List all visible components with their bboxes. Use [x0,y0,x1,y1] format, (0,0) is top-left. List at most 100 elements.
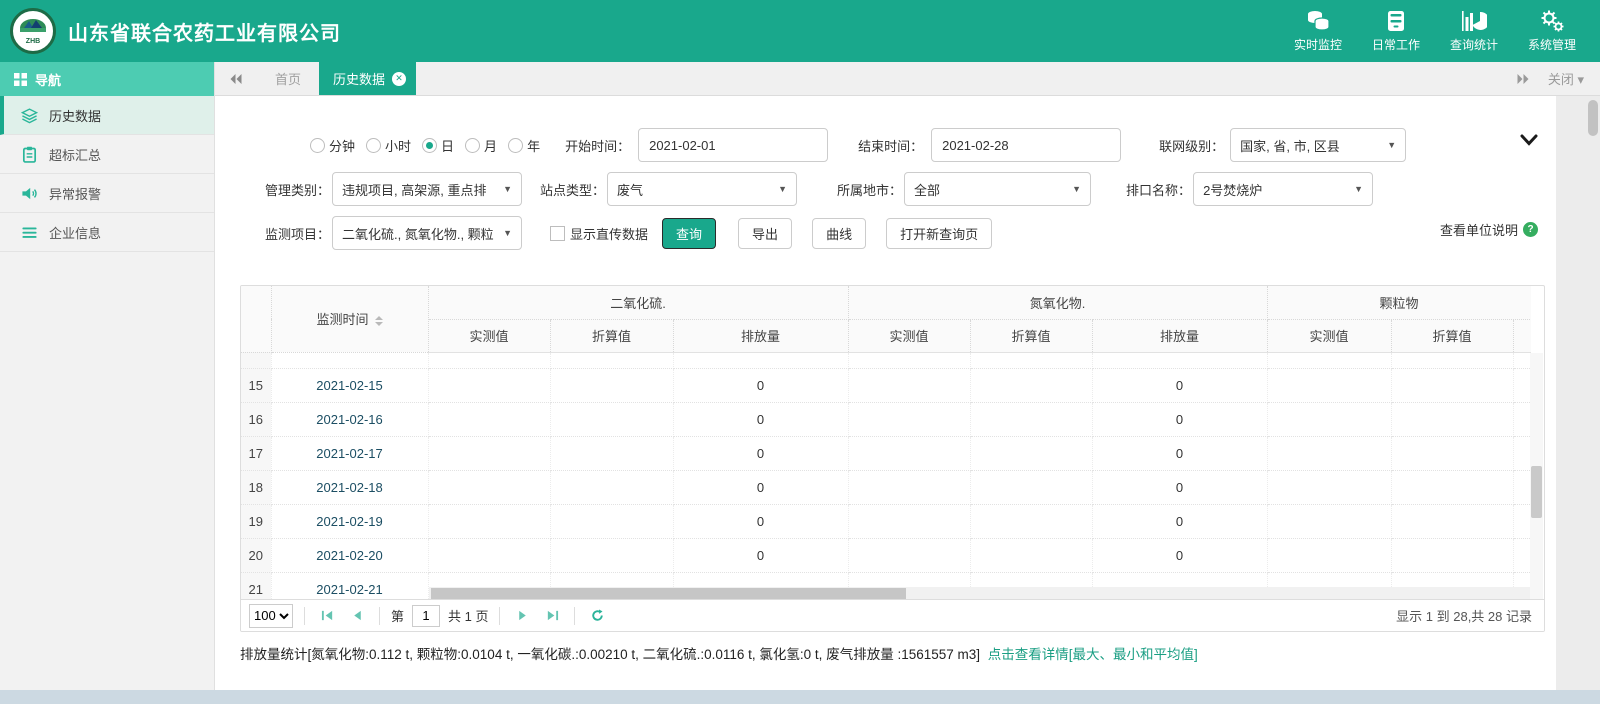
right-gutter [1556,96,1600,690]
tab-close-icon[interactable]: ✕ [392,72,406,86]
table-row[interactable]: 172021-02-17 0 0 [241,436,1531,470]
radio-label: 小时 [385,136,411,155]
subheader-converted[interactable]: 折算值 [550,319,673,352]
subheader-emission[interactable]: 排放量 [673,319,848,352]
radio-circle-icon [465,138,480,153]
table-row[interactable]: 152021-02-15 0 0 [241,368,1531,402]
outlet-name-select[interactable]: 2号焚烧炉 ▼ [1193,172,1373,206]
tab-home[interactable]: 首页 [257,62,319,95]
table-row[interactable]: 202021-02-20 0 0 [241,538,1531,572]
menu-realtime-monitor[interactable]: 实时监控 [1290,9,1346,53]
table-row[interactable]: 182021-02-18 0 0 [241,470,1531,504]
curve-button[interactable]: 曲线 [812,218,866,249]
subheader-measured[interactable]: 实测值 [848,319,970,352]
tab-history-data[interactable]: 历史数据 ✕ [319,62,416,95]
end-time-label: 结束时间： [858,136,923,155]
network-level-select[interactable]: 国家, 省, 市, 区县 ▼ [1230,128,1406,162]
table-row[interactable]: 162021-02-16 0 0 [241,402,1531,436]
unit-description-text: 查看单位说明 [1440,220,1518,239]
grid-viewport: 监测时间 二氧化硫. 氮氧化物. 颗粒物 实测值 折算值 排放量 [241,286,1531,601]
direct-data-checkbox[interactable] [550,226,565,241]
sidebar-item-abnormal-alarm[interactable]: 异常报警 [0,174,214,213]
page-size-select[interactable]: 100 [249,604,293,628]
close-tabs-dropdown[interactable]: 关闭 ▾ [1548,69,1584,88]
radio-label: 分钟 [329,136,355,155]
first-page-icon[interactable] [316,605,338,627]
page-number-input[interactable] [412,605,440,627]
subheader-measured[interactable]: 实测值 [1267,319,1391,352]
divider [304,607,305,625]
chart-pie-icon [1461,9,1487,33]
table-row-partial[interactable] [241,352,1531,368]
filter-row-categories: 管理类别： 违规项目, 高架源, 重点排 ▼ 站点类型： 废气 ▼ 所属地市： … [265,172,1373,206]
radio-day[interactable]: 日 [422,136,454,155]
radio-year[interactable]: 年 [508,136,540,155]
prev-page-icon[interactable] [346,605,368,627]
page-scrollbar[interactable] [1588,100,1598,136]
monitor-items-select[interactable]: 二氧化硫., 氮氧化物., 颗粒 ▼ [332,216,522,250]
query-button[interactable]: 查询 [662,218,716,249]
page-prefix-label: 第 [391,606,404,625]
menu-label: 系统管理 [1528,36,1576,53]
time-column-header[interactable]: 监测时间 [271,286,428,352]
site-type-select[interactable]: 废气 ▼ [607,172,797,206]
mgmt-category-select[interactable]: 违规项目, 高架源, 重点排 ▼ [332,172,522,206]
menu-system-management[interactable]: 系统管理 [1524,9,1580,53]
radio-month[interactable]: 月 [465,136,497,155]
view-details-link[interactable]: 点击查看详情[最大、最小和平均值] [988,647,1198,662]
sort-icon[interactable] [375,316,383,326]
subheader-stub [1513,319,1531,352]
emblem-icon [18,17,48,39]
chevron-down-icon: ▼ [503,228,512,238]
subheader-measured[interactable]: 实测值 [428,319,550,352]
sidebar-item-label: 超标汇总 [49,145,101,164]
records-info: 显示 1 到 28,共 28 记录 [1396,606,1532,625]
open-new-query-button[interactable]: 打开新查询页 [886,218,992,249]
last-page-icon[interactable] [541,605,563,627]
app-window: ZHB 山东省联合农药工业有限公司 实时监控 日常 [0,0,1600,704]
footer-strip [0,690,1600,704]
start-time-input[interactable] [638,128,828,162]
sidebar-item-history-data[interactable]: 历史数据 [0,96,214,135]
vertical-scrollbar-thumb[interactable] [1531,466,1542,518]
subheader-converted[interactable]: 折算值 [970,319,1092,352]
radio-circle-icon [508,138,523,153]
sidebar-item-label: 企业信息 [49,223,101,242]
help-icon: ? [1523,222,1538,237]
filter-row-actions: 监测项目： 二氧化硫., 氮氧化物., 颗粒 ▼ 显示直传数据 查询 导出 曲线… [265,216,992,250]
sidebar-header: 导航 [0,62,214,96]
select-value: 国家, 省, 市, 区县 [1240,136,1381,155]
menu-daily-work[interactable]: 日常工作 [1368,9,1424,53]
export-button[interactable]: 导出 [738,218,792,249]
company-title: 山东省联合农药工业有限公司 [68,17,341,46]
city-select[interactable]: 全部 ▼ [904,172,1091,206]
top-header-bar: ZHB 山东省联合农药工业有限公司 实时监控 日常 [0,0,1600,62]
menu-query-statistics[interactable]: 查询统计 [1446,9,1502,53]
chevron-down-icon: ▼ [1354,184,1363,194]
radio-minute[interactable]: 分钟 [310,136,355,155]
unit-description-link[interactable]: 查看单位说明 ? [1440,220,1538,239]
end-time-input[interactable] [931,128,1121,162]
refresh-icon[interactable] [586,605,608,627]
next-page-icon[interactable] [511,605,533,627]
start-time-label: 开始时间： [565,136,630,155]
vertical-scrollbar[interactable] [1530,353,1543,601]
sidebar-item-enterprise-info[interactable]: 企业信息 [0,213,214,252]
history-data-table: 监测时间 二氧化硫. 氮氧化物. 颗粒物 实测值 折算值 排放量 [241,286,1531,601]
table-row[interactable]: 192021-02-19 0 0 [241,504,1531,538]
collapse-panel-icon[interactable] [1520,134,1538,147]
sidebar-item-exceedance-summary[interactable]: 超标汇总 [0,135,214,174]
group-header-nox: 氮氧化物. [848,286,1267,319]
subheader-converted[interactable]: 折算值 [1391,319,1513,352]
database-icon [1305,9,1331,33]
radio-hour[interactable]: 小时 [366,136,411,155]
menu-label: 查询统计 [1450,36,1498,53]
subheader-emission[interactable]: 排放量 [1092,319,1267,352]
tab-bar: 首页 历史数据 ✕ 关闭 ▾ [215,62,1600,96]
tabs-scroll-right-icon[interactable] [1516,73,1530,85]
tabs-scroll-left-icon[interactable] [215,62,257,95]
chevron-down-icon: ▼ [1387,140,1396,150]
grid-icon [14,73,27,86]
logo-text: ZHB [26,39,40,45]
select-value: 二氧化硫., 氮氧化物., 颗粒 [342,224,497,243]
